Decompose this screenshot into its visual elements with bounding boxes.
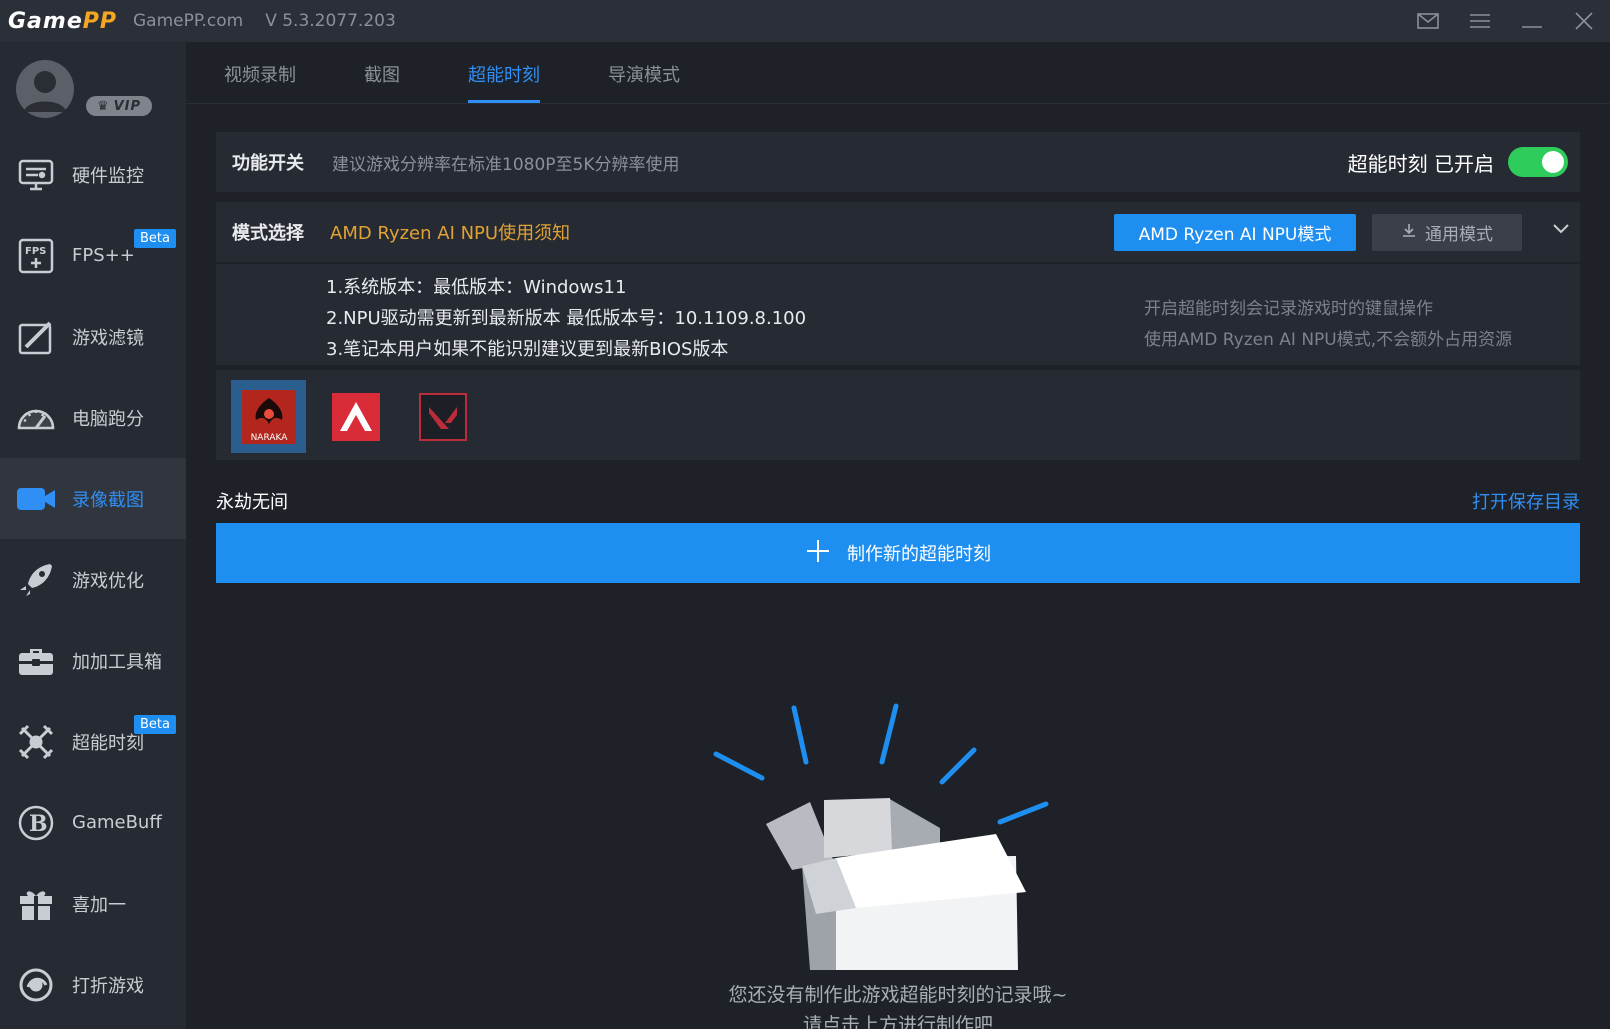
note-item: 开启超能时刻会记录游戏时的键鼠操作	[1144, 299, 1433, 319]
crown-icon: ♛	[96, 98, 110, 114]
create-moment-label: 制作新的超能时刻	[847, 544, 991, 565]
sidebar-item-hardware[interactable]: 硬件监控	[0, 134, 186, 215]
sidebar-item-label: 游戏滤镜	[72, 327, 144, 349]
avatar[interactable]	[16, 60, 74, 118]
game-naraka[interactable]: NARAKA	[231, 380, 306, 453]
svg-text:FPS: FPS	[25, 246, 46, 257]
empty-box-illustration	[706, 682, 1066, 976]
site-link[interactable]: GamePP.com	[133, 11, 243, 31]
plus-icon	[805, 538, 831, 569]
beta-badge: Beta	[134, 715, 176, 734]
app-logo: GamePP	[8, 8, 117, 34]
sidebar-item-label: 加加工具箱	[72, 651, 162, 673]
toggle-knob	[1542, 151, 1564, 173]
vip-badge[interactable]: ♛ VIP	[86, 96, 152, 116]
npu-notice-link[interactable]: AMD Ryzen AI NPU使用须知	[330, 219, 570, 245]
game-list: NARAKA	[216, 370, 1580, 460]
sidebar-item-gift[interactable]: 喜加一	[0, 863, 186, 944]
resolution-hint: 建议游戏分辨率在标准1080P至5K分辨率使用	[332, 154, 680, 175]
mode-select-label: 模式选择	[232, 223, 304, 244]
requirement-item: 2.NPU驱动需更新到最新版本 最低版本号：10.1109.8.100	[326, 308, 807, 329]
svg-text:NARAKA: NARAKA	[250, 433, 288, 443]
game-apex[interactable]	[318, 380, 393, 453]
sidebar-item-label: 电脑跑分	[72, 408, 144, 430]
feature-switch-row: 功能开关 建议游戏分辨率在标准1080P至5K分辨率使用 超能时刻 已开启	[216, 132, 1580, 192]
hardware-monitor-icon	[14, 153, 58, 197]
swords-icon	[14, 720, 58, 764]
menu-icon[interactable]	[1454, 0, 1506, 42]
sidebar-item-gamebuff[interactable]: B GameBuff	[0, 782, 186, 863]
tab-video-record[interactable]: 视频录制	[224, 61, 296, 103]
note-item: 使用AMD Ryzen AI NPU模式,不会额外占用资源	[1144, 330, 1513, 350]
sidebar-item-label: 游戏优化	[72, 570, 144, 592]
sidebar-item-label: GameBuff	[72, 812, 162, 833]
close-icon[interactable]	[1558, 0, 1610, 42]
camera-icon	[14, 477, 58, 521]
amd-npu-mode-button[interactable]: AMD Ryzen AI NPU模式	[1114, 214, 1356, 251]
game-section-title: 永劫无间	[216, 492, 288, 513]
version-text: V 5.3.2077.203	[265, 11, 396, 31]
title-bar: GamePP GamePP.com V 5.3.2077.203	[0, 0, 1610, 42]
tab-moments[interactable]: 超能时刻	[468, 61, 540, 103]
feature-switch-label: 功能开关	[232, 153, 304, 174]
sidebar-item-label: 录像截图	[72, 489, 144, 511]
mail-icon[interactable]	[1402, 0, 1454, 42]
filter-icon	[14, 315, 58, 359]
beta-badge: Beta	[134, 229, 176, 248]
general-mode-label: 通用模式	[1425, 225, 1493, 245]
general-mode-button[interactable]: 通用模式	[1372, 214, 1522, 251]
svg-text:B: B	[29, 811, 48, 837]
gift-icon	[14, 882, 58, 926]
speedometer-icon	[14, 396, 58, 440]
download-icon	[1401, 222, 1417, 243]
tab-director[interactable]: 导演模式	[608, 61, 680, 103]
chevron-down-icon[interactable]	[1552, 220, 1570, 239]
mode-select-row: 模式选择 AMD Ryzen AI NPU使用须知 AMD Ryzen AI N…	[216, 202, 1580, 262]
rocket-icon	[14, 558, 58, 602]
sidebar-item-discount[interactable]: 打折游戏	[0, 944, 186, 1025]
sidebar-item-optimize[interactable]: 游戏优化	[0, 539, 186, 620]
profile: ♛ VIP	[0, 42, 186, 134]
sidebar-item-filter[interactable]: 游戏滤镜	[0, 296, 186, 377]
requirements-panel: 1.系统版本：最低版本：Windows11 2.NPU驱动需更新到最新版本 最低…	[216, 264, 1580, 365]
tab-screenshot[interactable]: 截图	[364, 61, 400, 103]
requirements-list: 1.系统版本：最低版本：Windows11 2.NPU驱动需更新到最新版本 最低…	[326, 272, 806, 365]
sidebar-item-moments[interactable]: 超能时刻 Beta	[0, 701, 186, 782]
sidebar-item-label: 硬件监控	[72, 165, 144, 187]
discount-icon	[14, 963, 58, 1007]
requirement-item: 1.系统版本：最低版本：Windows11	[326, 277, 627, 298]
notes-list: 开启超能时刻会记录游戏时的键鼠操作 使用AMD Ryzen AI NPU模式,不…	[1144, 294, 1512, 356]
feature-toggle[interactable]	[1508, 147, 1568, 177]
game-valorant[interactable]	[405, 380, 480, 453]
empty-line-1: 您还没有制作此游戏超能时刻的记录哦~	[728, 984, 1068, 1006]
requirement-item: 3.笔记本用户如果不能识别建议更到最新BIOS版本	[326, 339, 729, 360]
open-save-dir-link[interactable]: 打开保存目录	[1472, 488, 1580, 514]
sidebar-item-fps[interactable]: FPS FPS++ Beta	[0, 215, 186, 296]
empty-line-2: 请点击上方进行制作吧	[802, 1014, 993, 1029]
sidebar-item-label: 打折游戏	[72, 975, 144, 997]
minimize-icon[interactable]	[1506, 0, 1558, 42]
sidebar-item-toolbox[interactable]: 加加工具箱	[0, 620, 186, 701]
sidebar-item-benchmark[interactable]: 电脑跑分	[0, 377, 186, 458]
empty-state-text: 您还没有制作此游戏超能时刻的记录哦~ 请点击上方进行制作吧	[186, 980, 1610, 1029]
sidebar-item-label: 喜加一	[72, 894, 126, 916]
gamebuff-icon: B	[14, 801, 58, 845]
fps-icon: FPS	[14, 234, 58, 278]
sidebar-item-recording[interactable]: 录像截图	[0, 458, 186, 539]
sidebar-item-label: FPS++	[72, 245, 135, 266]
main-content: 视频录制 截图 超能时刻 导演模式 功能开关 建议游戏分辨率在标准1080P至5…	[186, 42, 1610, 1029]
feature-status-text: 超能时刻 已开启	[1347, 151, 1494, 176]
tab-bar: 视频录制 截图 超能时刻 导演模式	[186, 42, 1610, 104]
create-moment-button[interactable]: 制作新的超能时刻	[216, 523, 1580, 583]
sidebar: ♛VIP 硬件监控 FPS FPS++ Beta 游戏滤镜 电脑跑分 录像截图	[0, 42, 186, 1029]
toolbox-icon	[14, 639, 58, 683]
